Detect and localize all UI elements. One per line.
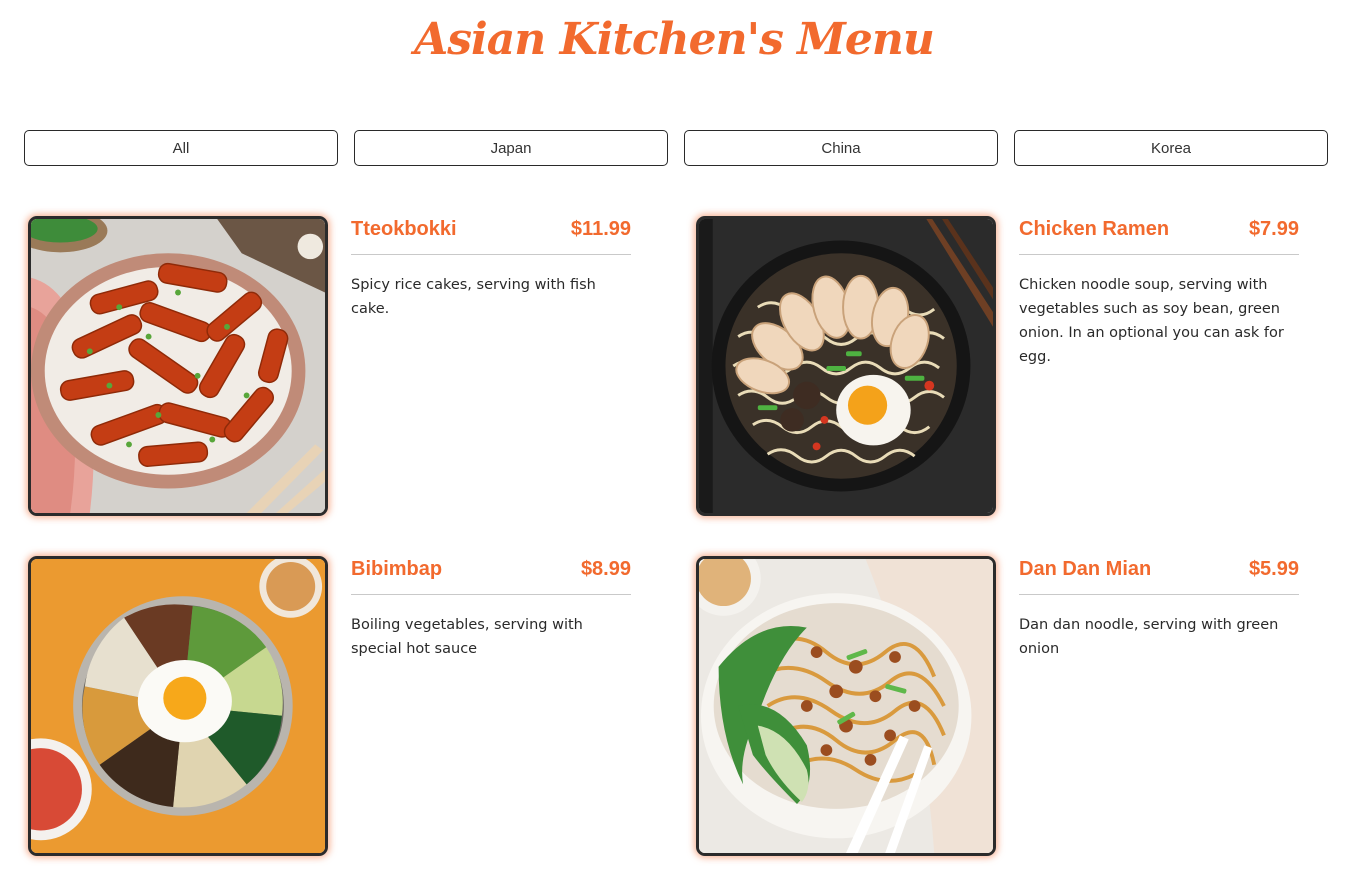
filter-japan-button[interactable]: Japan — [354, 130, 668, 166]
filter-all-button[interactable]: All — [24, 130, 338, 166]
chicken-ramen-info: Chicken Ramen $7.99 Chicken noodle soup,… — [1019, 216, 1299, 369]
bibimbap-photo — [28, 556, 328, 856]
tteokbokki-info: Tteokbokki $11.99 Spicy rice cakes, serv… — [351, 216, 631, 321]
bibimbap-info: Bibimbap $8.99 Boiling vegetables, servi… — [351, 556, 631, 661]
item-description: Dan dan noodle, serving with green onion — [1019, 617, 1279, 657]
item-description: Boiling vegetables, serving with special… — [351, 617, 583, 657]
category-filter-bar: All Japan China Korea — [24, 130, 1328, 166]
item-description: Spicy rice cakes, serving with fish cake… — [351, 277, 596, 317]
item-name: Bibimbap — [351, 557, 443, 580]
item-header: Tteokbokki $11.99 — [351, 216, 631, 255]
item-price: $7.99 — [1248, 217, 1299, 240]
menu-item-chicken-ramen: Chicken Ramen $7.99 Chicken noodle soup,… — [696, 216, 1302, 516]
item-price: $11.99 — [570, 217, 631, 240]
chicken-ramen-photo — [696, 216, 996, 516]
item-name: Chicken Ramen — [1019, 217, 1170, 240]
item-description: Chicken noodle soup, serving with vegeta… — [1019, 277, 1284, 365]
menu-item-dan-dan-mian: Dan Dan Mian $5.99 Dan dan noodle, servi… — [696, 556, 1302, 856]
dan-dan-mian-photo — [696, 556, 996, 856]
menu-page: Asian Kitchen's Menu All Japan China Kor… — [0, 0, 1348, 874]
item-header: Chicken Ramen $7.99 — [1019, 216, 1299, 255]
item-name: Dan Dan Mian — [1019, 557, 1152, 580]
item-header: Dan Dan Mian $5.99 — [1019, 556, 1299, 595]
dan-dan-mian-info: Dan Dan Mian $5.99 Dan dan noodle, servi… — [1019, 556, 1299, 661]
item-price: $5.99 — [1248, 557, 1299, 580]
page-title: Asian Kitchen's Menu — [414, 14, 935, 65]
menu-item-bibimbap: Bibimbap $8.99 Boiling vegetables, servi… — [28, 556, 634, 856]
filter-china-button[interactable]: China — [684, 130, 998, 166]
item-price: $8.99 — [580, 557, 631, 580]
item-header: Bibimbap $8.99 — [351, 556, 631, 595]
menu-item-tteokbokki: Tteokbokki $11.99 Spicy rice cakes, serv… — [28, 216, 634, 516]
filter-korea-button[interactable]: Korea — [1014, 130, 1328, 166]
tteokbokki-photo — [28, 216, 328, 516]
item-name: Tteokbokki — [351, 217, 457, 240]
